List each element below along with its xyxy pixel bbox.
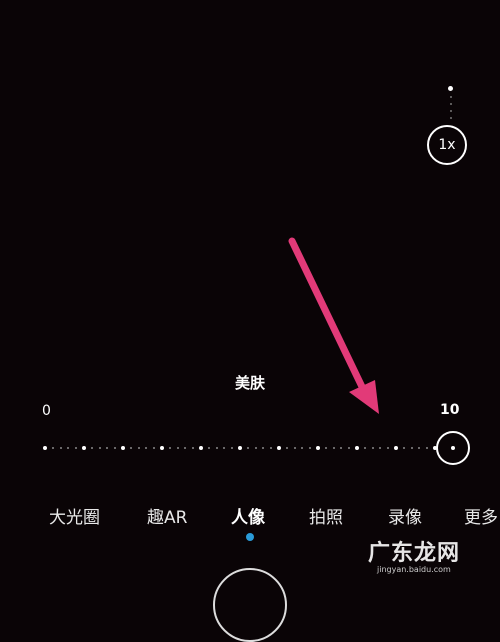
mode-more[interactable]: 更多	[464, 503, 498, 528]
beauty-slider-thumb[interactable]	[436, 431, 470, 465]
slider-minor-tick	[67, 447, 69, 449]
beauty-slider-min-label: 0	[42, 403, 51, 419]
slider-minor-tick	[301, 447, 303, 449]
slider-minor-tick	[184, 447, 186, 449]
slider-minor-tick	[294, 447, 296, 449]
slider-minor-tick	[309, 447, 311, 449]
slider-minor-tick	[169, 447, 171, 449]
slider-minor-tick	[91, 447, 93, 449]
camera-viewfinder[interactable]	[0, 0, 500, 579]
zoom-label: 1x	[438, 137, 456, 153]
slider-minor-tick	[418, 447, 420, 449]
slider-major-tick	[394, 446, 398, 450]
mode-photo[interactable]: 拍照	[309, 503, 343, 528]
slider-minor-tick	[138, 447, 140, 449]
slider-minor-tick	[247, 447, 249, 449]
slider-minor-tick	[255, 447, 257, 449]
mode-video[interactable]: 录像	[388, 503, 422, 528]
slider-minor-tick	[262, 447, 264, 449]
slider-minor-tick	[130, 447, 132, 449]
slider-minor-tick	[52, 447, 54, 449]
mode-portrait[interactable]: 人像	[231, 503, 265, 528]
watermark-url: jingyan.baidu.com	[377, 565, 451, 574]
zoom-scale-dots	[449, 86, 453, 126]
slider-minor-tick	[145, 447, 147, 449]
slider-minor-tick	[411, 447, 413, 449]
slider-minor-tick	[60, 447, 62, 449]
slider-minor-tick	[286, 447, 288, 449]
zoom-button[interactable]: 1x	[427, 125, 467, 165]
beauty-slider-max-label: 10	[440, 402, 460, 418]
slider-minor-tick	[403, 447, 405, 449]
mode-fun-ar[interactable]: 趣AR	[147, 503, 187, 528]
slider-minor-tick	[387, 447, 389, 449]
mode-wide-aperture[interactable]: 大光圈	[49, 503, 100, 528]
slider-major-tick	[277, 446, 281, 450]
slider-minor-tick	[208, 447, 210, 449]
slider-major-tick	[238, 446, 242, 450]
slider-minor-tick	[340, 447, 342, 449]
slider-major-tick	[160, 446, 164, 450]
slider-major-tick	[355, 446, 359, 450]
slider-minor-tick	[75, 447, 77, 449]
slider-minor-tick	[426, 447, 428, 449]
slider-minor-tick	[216, 447, 218, 449]
slider-minor-tick	[270, 447, 272, 449]
slider-minor-tick	[177, 447, 179, 449]
slider-major-tick	[43, 446, 47, 450]
slider-minor-tick	[348, 447, 350, 449]
slider-minor-tick	[114, 447, 116, 449]
slider-minor-tick	[99, 447, 101, 449]
slider-minor-tick	[153, 447, 155, 449]
slider-minor-tick	[192, 447, 194, 449]
slider-minor-tick	[223, 447, 225, 449]
slider-major-tick	[121, 446, 125, 450]
slider-major-tick	[316, 446, 320, 450]
slider-minor-tick	[379, 447, 381, 449]
beauty-slider-track[interactable]	[43, 446, 437, 451]
watermark-logo: 广东龙网	[368, 541, 461, 566]
slider-minor-tick	[364, 447, 366, 449]
slider-minor-tick	[372, 447, 374, 449]
beauty-slider-title: 美肤	[234, 374, 265, 392]
slider-thumb-dot-icon	[451, 446, 455, 450]
slider-minor-tick	[325, 447, 327, 449]
slider-minor-tick	[333, 447, 335, 449]
slider-major-tick	[82, 446, 86, 450]
slider-minor-tick	[106, 447, 108, 449]
slider-major-tick	[199, 446, 203, 450]
slider-minor-tick	[231, 447, 233, 449]
shutter-button[interactable]	[213, 568, 287, 642]
camera-mode-bar: 大光圈 趣AR 人像 拍照 录像 更多	[0, 503, 500, 533]
active-mode-indicator	[246, 533, 254, 541]
